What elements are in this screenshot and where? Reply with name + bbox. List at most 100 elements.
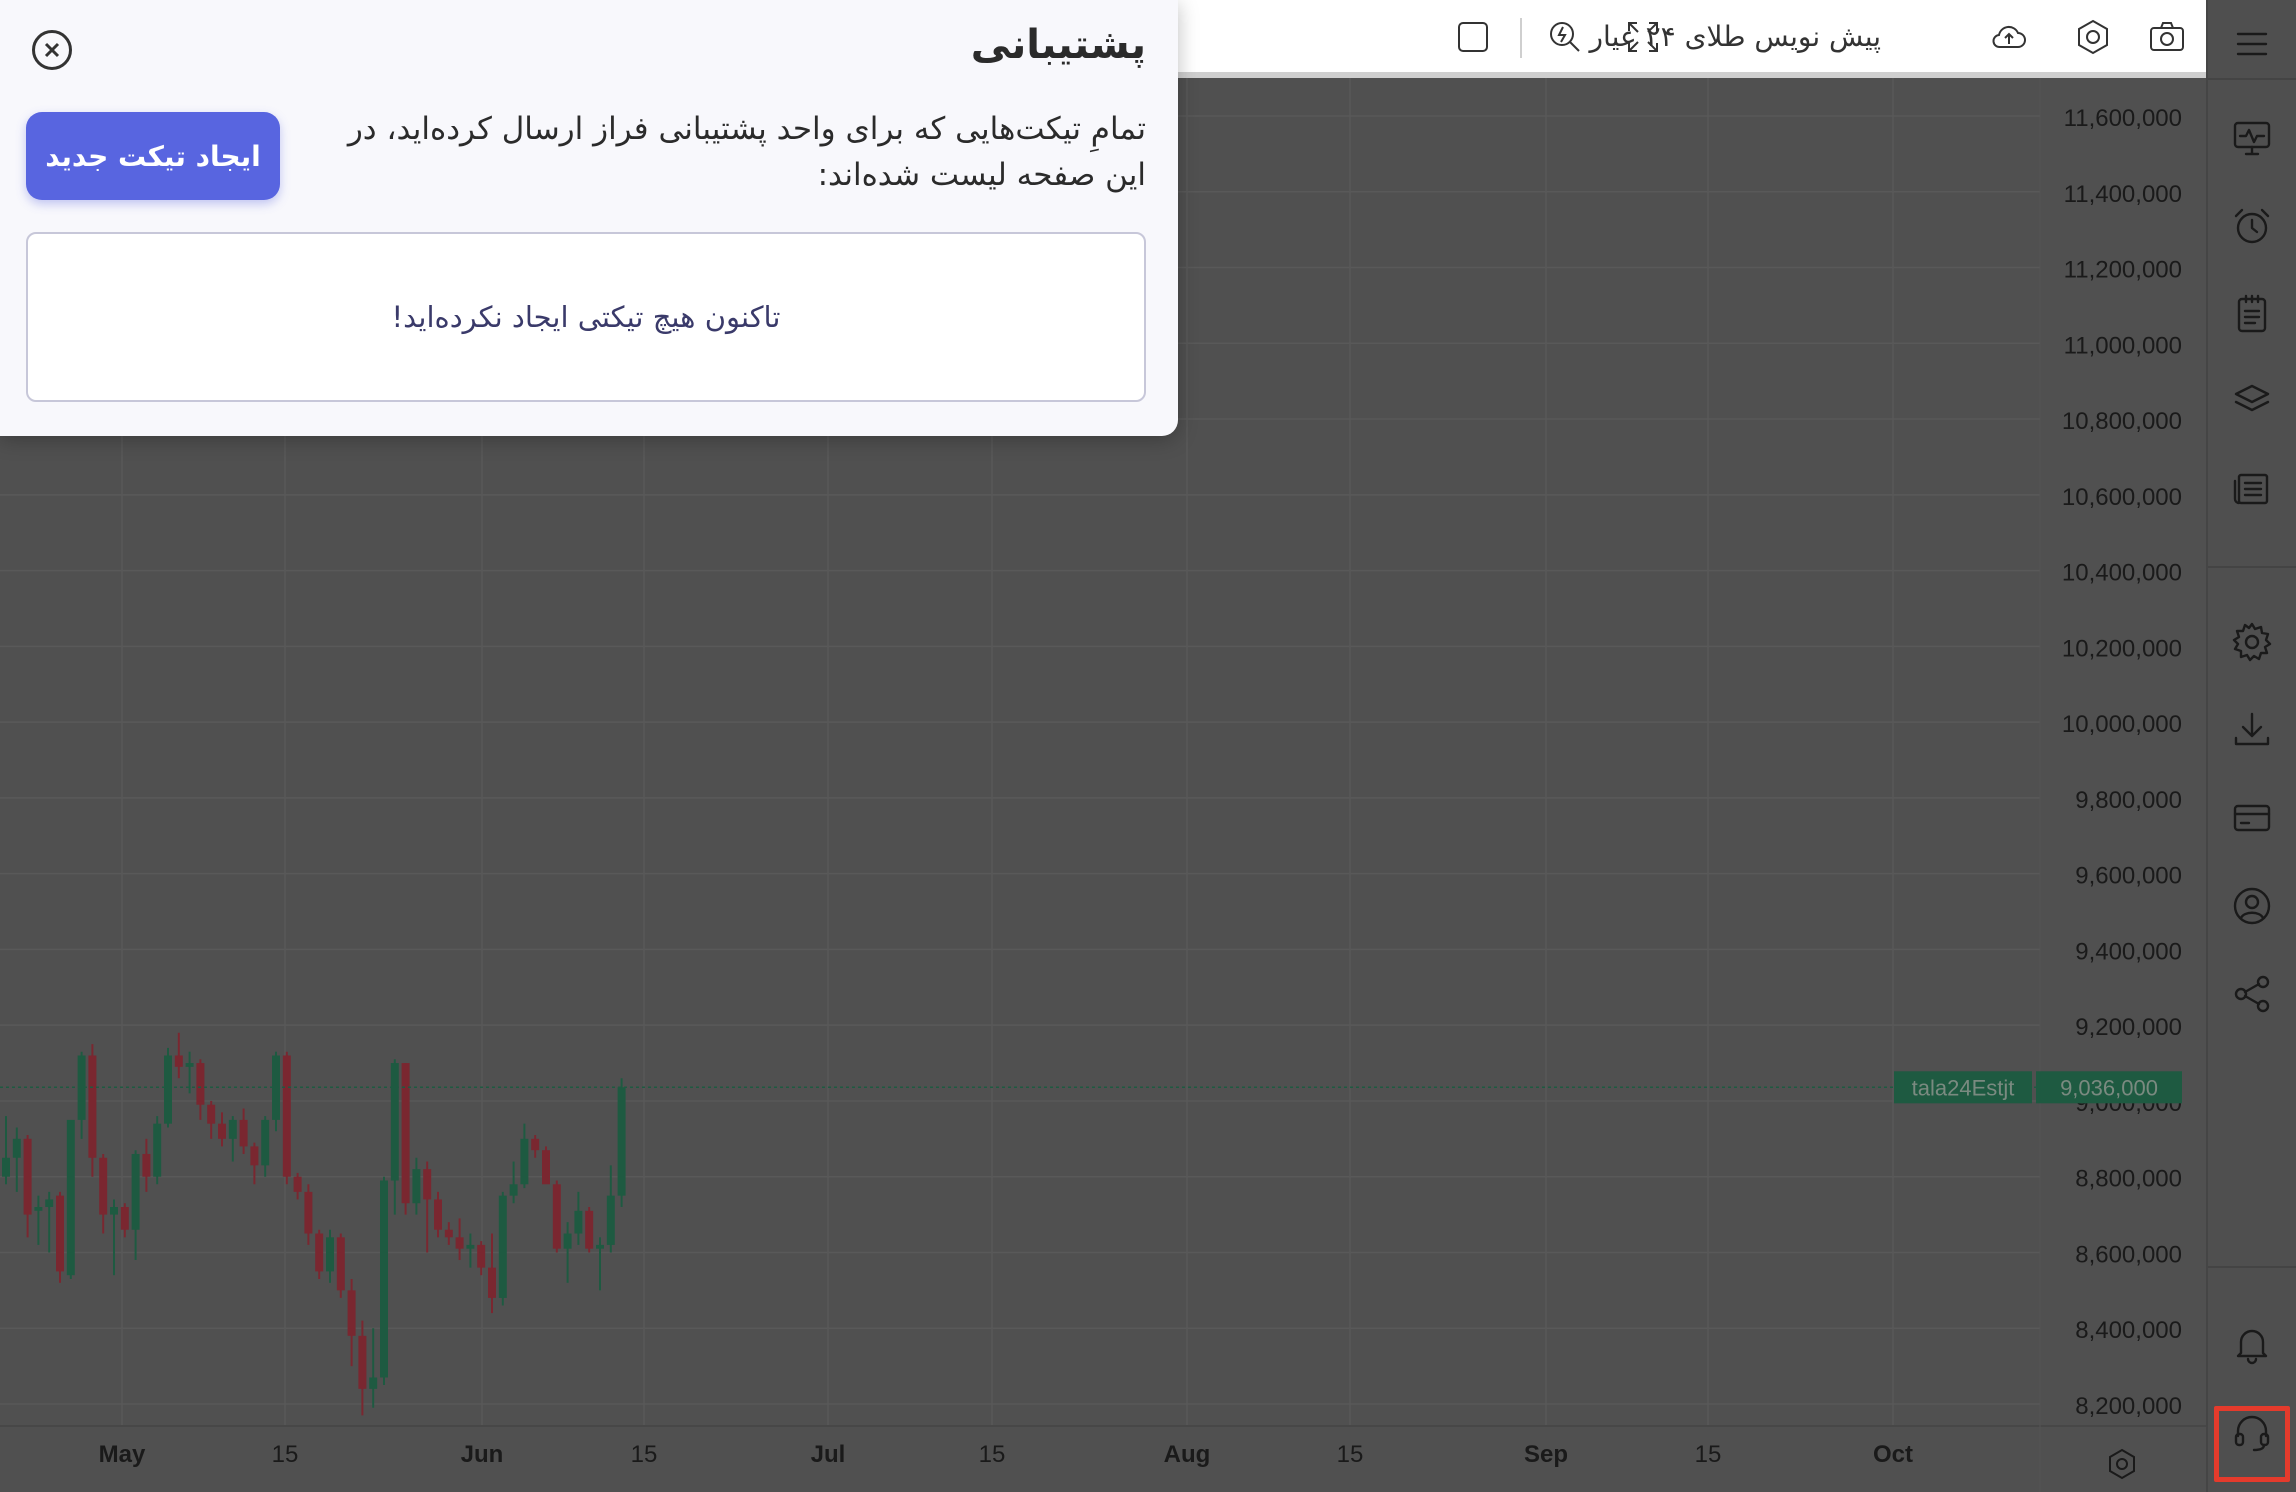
- y-tick-label: 8,400,000: [2075, 1317, 2182, 1344]
- new-ticket-button[interactable]: ایجاد تیکت جدید: [26, 112, 280, 200]
- candle-body: [498, 1195, 507, 1298]
- y-tick-label: 10,400,000: [2062, 560, 2182, 587]
- x-tick-label: Aug: [1164, 1441, 1211, 1468]
- close-button[interactable]: [32, 30, 72, 70]
- candle-body: [88, 1055, 97, 1158]
- support-modal: پشتیبانی تمامِ تیکت‌هایی که برای واحد پش…: [0, 0, 1178, 436]
- candle-body: [196, 1063, 205, 1105]
- candle-body: [563, 1233, 572, 1249]
- axis-settings-icon: [2109, 1448, 2135, 1480]
- candle-body: [466, 1244, 475, 1249]
- candle-body: [509, 1184, 518, 1196]
- clipboard-icon[interactable]: [2228, 290, 2276, 338]
- candle-body: [174, 1055, 183, 1067]
- candle-body: [488, 1267, 496, 1298]
- y-tick-label: 11,600,000: [2064, 105, 2182, 132]
- hexagon-settings-icon[interactable]: [2070, 14, 2116, 60]
- candle-body: [120, 1207, 129, 1230]
- candle-body: [401, 1063, 410, 1204]
- y-tick-label: 10,200,000: [2062, 635, 2182, 662]
- candle-body: [261, 1119, 270, 1166]
- menu-icon[interactable]: [2228, 20, 2276, 68]
- x-tick-label: 15: [272, 1441, 299, 1468]
- download-icon[interactable]: [2228, 706, 2276, 754]
- share-icon[interactable]: [2228, 970, 2276, 1018]
- x-tick-label: May: [99, 1441, 146, 1468]
- y-tick-label: 11,400,000: [2064, 181, 2182, 208]
- candle-body: [390, 1063, 399, 1181]
- y-tick-label: 9,200,000: [2075, 1014, 2182, 1041]
- y-tick-label: 8,200,000: [2075, 1393, 2182, 1420]
- y-tick-label: 9,600,000: [2075, 863, 2182, 890]
- candle-body: [531, 1138, 540, 1151]
- candle-body: [66, 1119, 75, 1276]
- cloud-upload-icon[interactable]: [1986, 14, 2032, 60]
- candle-body: [520, 1138, 529, 1185]
- layers-icon[interactable]: [2228, 376, 2276, 424]
- candle-body: [326, 1237, 334, 1272]
- x-tick-label: Oct: [1873, 1441, 1913, 1468]
- credit-card-icon[interactable]: [2228, 794, 2276, 842]
- last-price-label: 9,036,000: [2060, 1075, 2158, 1100]
- candle-body: [574, 1210, 583, 1234]
- y-tick-label: 10,600,000: [2062, 484, 2182, 511]
- right-sidebar: [2206, 0, 2296, 1492]
- axis-settings-icon-center: [2116, 1458, 2128, 1470]
- search-lightning-icon[interactable]: [1542, 14, 1588, 60]
- candle-body: [585, 1210, 594, 1249]
- candle-body: [293, 1176, 302, 1192]
- candle-body: [455, 1237, 464, 1249]
- candle-body: [423, 1169, 432, 1200]
- candle-body: [347, 1290, 356, 1336]
- candle-body: [250, 1146, 259, 1166]
- symbol-label[interactable]: پیش نویس طلای ۲۴ عیار: [1590, 20, 1881, 53]
- candle-body: [131, 1153, 140, 1230]
- candle-body: [552, 1184, 561, 1249]
- x-tick-label: 15: [631, 1441, 658, 1468]
- candle-body: [110, 1207, 118, 1215]
- candle-body: [207, 1104, 216, 1124]
- candle-body: [2, 1157, 10, 1177]
- candle-body: [336, 1237, 345, 1291]
- y-tick-label: 8,600,000: [2075, 1241, 2182, 1268]
- gear-icon[interactable]: [2228, 618, 2276, 666]
- candle-body: [315, 1233, 324, 1272]
- sidebar-divider: [2208, 78, 2296, 80]
- x-tick-label: Jul: [811, 1441, 846, 1468]
- candle-body: [12, 1138, 21, 1158]
- sidebar-divider: [2208, 1266, 2296, 1268]
- square-icon[interactable]: [1450, 14, 1496, 60]
- candle-body: [617, 1087, 626, 1196]
- candle-body: [444, 1229, 453, 1238]
- bell-icon[interactable]: [2228, 1320, 2276, 1368]
- monitor-pulse-icon[interactable]: [2228, 114, 2276, 162]
- candle-body: [56, 1195, 64, 1272]
- x-tick-label: Sep: [1524, 1441, 1568, 1468]
- x-tick-label: Jun: [461, 1441, 504, 1468]
- news-list-icon[interactable]: [2228, 464, 2276, 512]
- candle-body: [142, 1153, 151, 1177]
- candle-body: [45, 1199, 54, 1208]
- modal-description: تمامِ تیکت‌هایی که برای واحد پشتیبانی فر…: [347, 111, 1146, 193]
- y-tick-label: 9,800,000: [2075, 787, 2182, 814]
- candle-body: [542, 1150, 550, 1185]
- x-tick-label: 15: [1337, 1441, 1364, 1468]
- candle-body: [358, 1335, 367, 1389]
- candle-body: [606, 1195, 615, 1245]
- candle-body: [477, 1244, 486, 1268]
- toolbar-divider: [1520, 18, 1522, 58]
- camera-icon[interactable]: [2144, 14, 2190, 60]
- y-tick-label: 10,800,000: [2062, 408, 2182, 435]
- y-tick-label: 8,800,000: [2075, 1166, 2182, 1193]
- close-icon: [44, 42, 60, 58]
- symbol-tag: tala24Estjt: [1912, 1075, 2015, 1100]
- y-tick-label: 10,000,000: [2062, 711, 2182, 738]
- candle-body: [228, 1119, 237, 1139]
- user-circle-icon[interactable]: [2228, 882, 2276, 930]
- support-highlight: [2214, 1406, 2290, 1482]
- y-tick-label: 11,000,000: [2064, 332, 2182, 359]
- candle-body: [369, 1377, 378, 1389]
- alarm-clock-icon[interactable]: [2228, 202, 2276, 250]
- tickets-list-empty: تاکنون هیچ تیکتی ایجاد نکرده‌اید!: [26, 232, 1146, 402]
- candle-body: [239, 1119, 248, 1147]
